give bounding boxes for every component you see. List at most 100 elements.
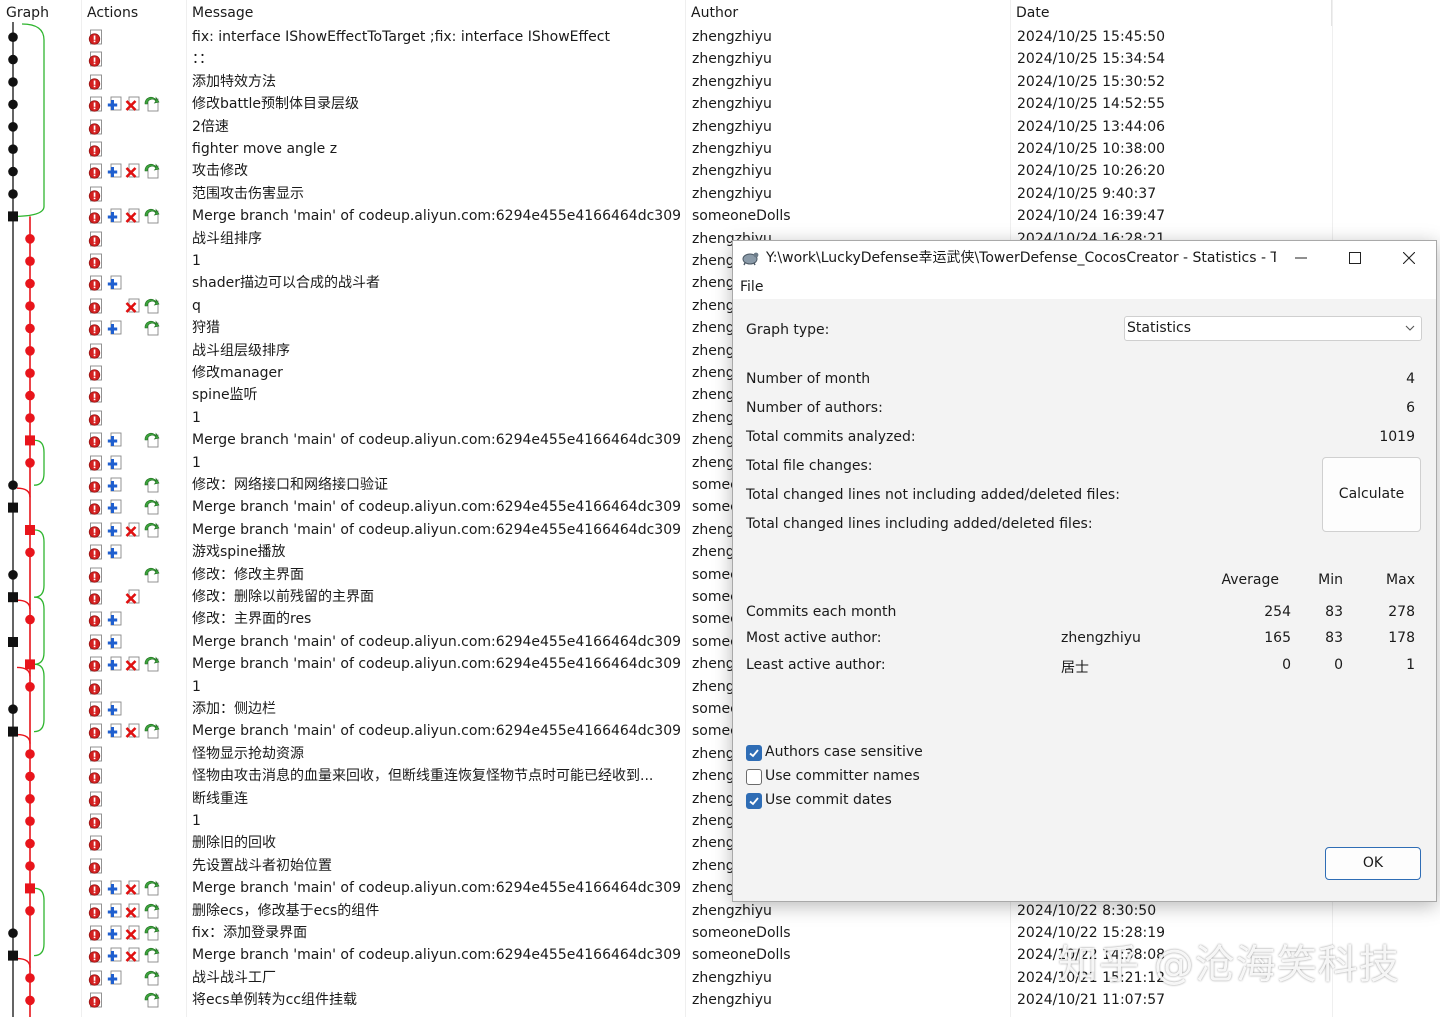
- delete-icon: [125, 96, 141, 112]
- modify-icon: [144, 723, 160, 739]
- row-author: zhengzhiyu: [692, 992, 772, 1009]
- close-button[interactable]: [1382, 241, 1436, 275]
- table-row[interactable]: 2倍速 zhengzhiyu 2024/10/25 13:44:06: [0, 116, 1440, 138]
- commit-icon: [88, 522, 104, 538]
- table-row[interactable]: 添加特效方法 zhengzhiyu 2024/10/25 15:30:52: [0, 71, 1440, 93]
- delete-icon: [125, 298, 141, 314]
- commit-icon: [88, 791, 104, 807]
- column-header-date[interactable]: Date: [1010, 0, 1332, 26]
- graph-type-select[interactable]: Statistics: [1124, 316, 1422, 341]
- row-actions: [88, 297, 168, 315]
- row-actions: [88, 678, 168, 696]
- row-message: Merge branch 'main' of codeup.aliyun.com…: [192, 880, 682, 897]
- row-author: zhengzhiyu: [692, 51, 772, 68]
- add-icon: [107, 656, 123, 672]
- stat-label: Total file changes:: [746, 458, 873, 474]
- stat-value: 1019: [1379, 429, 1415, 445]
- table-min: 83: [1325, 604, 1343, 620]
- commit-icon: [88, 343, 104, 359]
- row-actions: [88, 386, 168, 404]
- row-message: 修改manager: [192, 365, 283, 381]
- table-row[interactable]: fighter move angle z zhengzhiyu 2024/10/25…: [0, 138, 1440, 160]
- commit-icon: [88, 119, 104, 135]
- stat-label: Number of authors:: [746, 400, 883, 416]
- modify-icon: [144, 320, 160, 336]
- modify-icon: [144, 298, 160, 314]
- commit-icon: [88, 298, 104, 314]
- row-author: zhengzhiyu: [692, 163, 772, 180]
- stat-label: Number of month: [746, 371, 871, 387]
- row-message: Merge branch 'main' of codeup.aliyun.com…: [192, 521, 682, 538]
- column-header-author[interactable]: Author: [685, 0, 1011, 26]
- table-row[interactable]: fix: interface IShowEffectToTarget ;fix:…: [0, 26, 1440, 48]
- row-message: Merge branch 'main' of codeup.aliyun.com…: [192, 633, 682, 650]
- row-message: spine监听: [192, 387, 258, 404]
- modify-icon: [144, 208, 160, 224]
- row-actions: [88, 566, 168, 584]
- dialog-titlebar[interactable]: Y:\work\LuckyDefense幸运武侠\TowerDefense_Co…: [733, 241, 1436, 275]
- row-message: Merge branch 'main' of codeup.aliyun.com…: [192, 499, 682, 516]
- commit-icon: [88, 455, 104, 471]
- row-message: 怪物显示抢劫资源: [192, 745, 304, 762]
- row-actions: [88, 364, 168, 382]
- checkbox-label[interactable]: Use commit dates: [765, 792, 892, 808]
- row-message: shader描边可以合成的战斗者: [192, 275, 381, 292]
- row-message: 修改：网络接口和网络接口验证: [192, 477, 388, 493]
- table-row[interactable]: 删除ecs，修改基于ecs的组件 zhengzhiyu 2024/10/22 8:3…: [0, 900, 1440, 922]
- maximize-button[interactable]: [1328, 241, 1382, 275]
- watermark: 知乎 @沧海笑科技: [1058, 942, 1400, 988]
- table-row[interactable]: 攻击修改 zhengzhiyu 2024/10/25 10:26:20: [0, 160, 1440, 182]
- add-icon: [107, 477, 123, 493]
- checkbox[interactable]: [746, 745, 762, 761]
- commit-icon: [88, 432, 104, 448]
- row-message: 2倍速: [192, 118, 229, 135]
- calculate-button[interactable]: Calculate: [1322, 457, 1421, 532]
- column-header-actions[interactable]: Actions: [81, 0, 187, 26]
- table-row[interactable]: 范围攻击伤害显示 zhengzhiyu 2024/10/25 9:40:37: [0, 183, 1440, 205]
- statistics-dialog: Y:\work\LuckyDefense幸运武侠\TowerDefense_Co…: [732, 240, 1437, 902]
- row-actions: [88, 252, 168, 270]
- checkbox[interactable]: [746, 793, 762, 809]
- graph-type-label: Graph type:: [746, 322, 830, 338]
- row-message: fix: interface IShowEffectToTarget ;fix:…: [192, 29, 610, 45]
- row-message: 范围攻击伤害显示: [192, 185, 304, 202]
- table-row[interactable]: 修改battle预制体目录层级 zhengzhiyu 2024/10/25 14:5…: [0, 93, 1440, 115]
- table-min: 0: [1334, 657, 1343, 673]
- stat-label: Total commits analyzed:: [746, 429, 916, 445]
- ok-button[interactable]: OK: [1325, 847, 1421, 880]
- menu-file[interactable]: File: [740, 275, 763, 299]
- table-row[interactable]: 将ecs单例转为cc组件挂载 zhengzhiyu 2024/10/21 11:07…: [0, 989, 1440, 1011]
- row-message: Merge branch 'main' of codeup.aliyun.com…: [192, 723, 682, 740]
- commit-icon: [88, 880, 104, 896]
- table-row[interactable]: Merge branch 'main' of codeup.aliyun.com…: [0, 205, 1440, 227]
- checkbox-label[interactable]: Authors case sensitive: [765, 744, 923, 760]
- row-message: 1: [192, 454, 201, 471]
- column-header-message[interactable]: Message: [186, 0, 686, 26]
- commit-icon: [88, 567, 104, 583]
- table-max: 1: [1406, 657, 1415, 673]
- delete-icon: [125, 925, 141, 941]
- modify-icon: [144, 903, 160, 919]
- delete-icon: [125, 656, 141, 672]
- row-actions: [88, 28, 168, 46]
- commit-icon: [88, 634, 104, 650]
- add-icon: [107, 970, 123, 986]
- row-actions: [88, 633, 168, 651]
- checkbox-label[interactable]: Use committer names: [765, 768, 920, 784]
- modify-icon: [144, 522, 160, 538]
- column-average: Average: [1221, 572, 1280, 588]
- commit-icon: [88, 320, 104, 336]
- table-row[interactable]: ：： zhengzhiyu 2024/10/25 15:34:54: [0, 48, 1440, 70]
- row-actions: [88, 118, 168, 136]
- commit-icon: [88, 701, 104, 717]
- stat-value: 6: [1406, 400, 1415, 416]
- row-message: 删除旧的回收: [192, 835, 276, 852]
- checkbox[interactable]: [746, 769, 762, 785]
- row-author: someoneDolls: [692, 947, 791, 964]
- add-icon: [107, 455, 123, 471]
- delete-icon: [125, 163, 141, 179]
- row-actions: [88, 991, 168, 1009]
- minimize-button[interactable]: [1274, 241, 1328, 275]
- modify-icon: [144, 970, 160, 986]
- column-min: Min: [1318, 572, 1343, 588]
